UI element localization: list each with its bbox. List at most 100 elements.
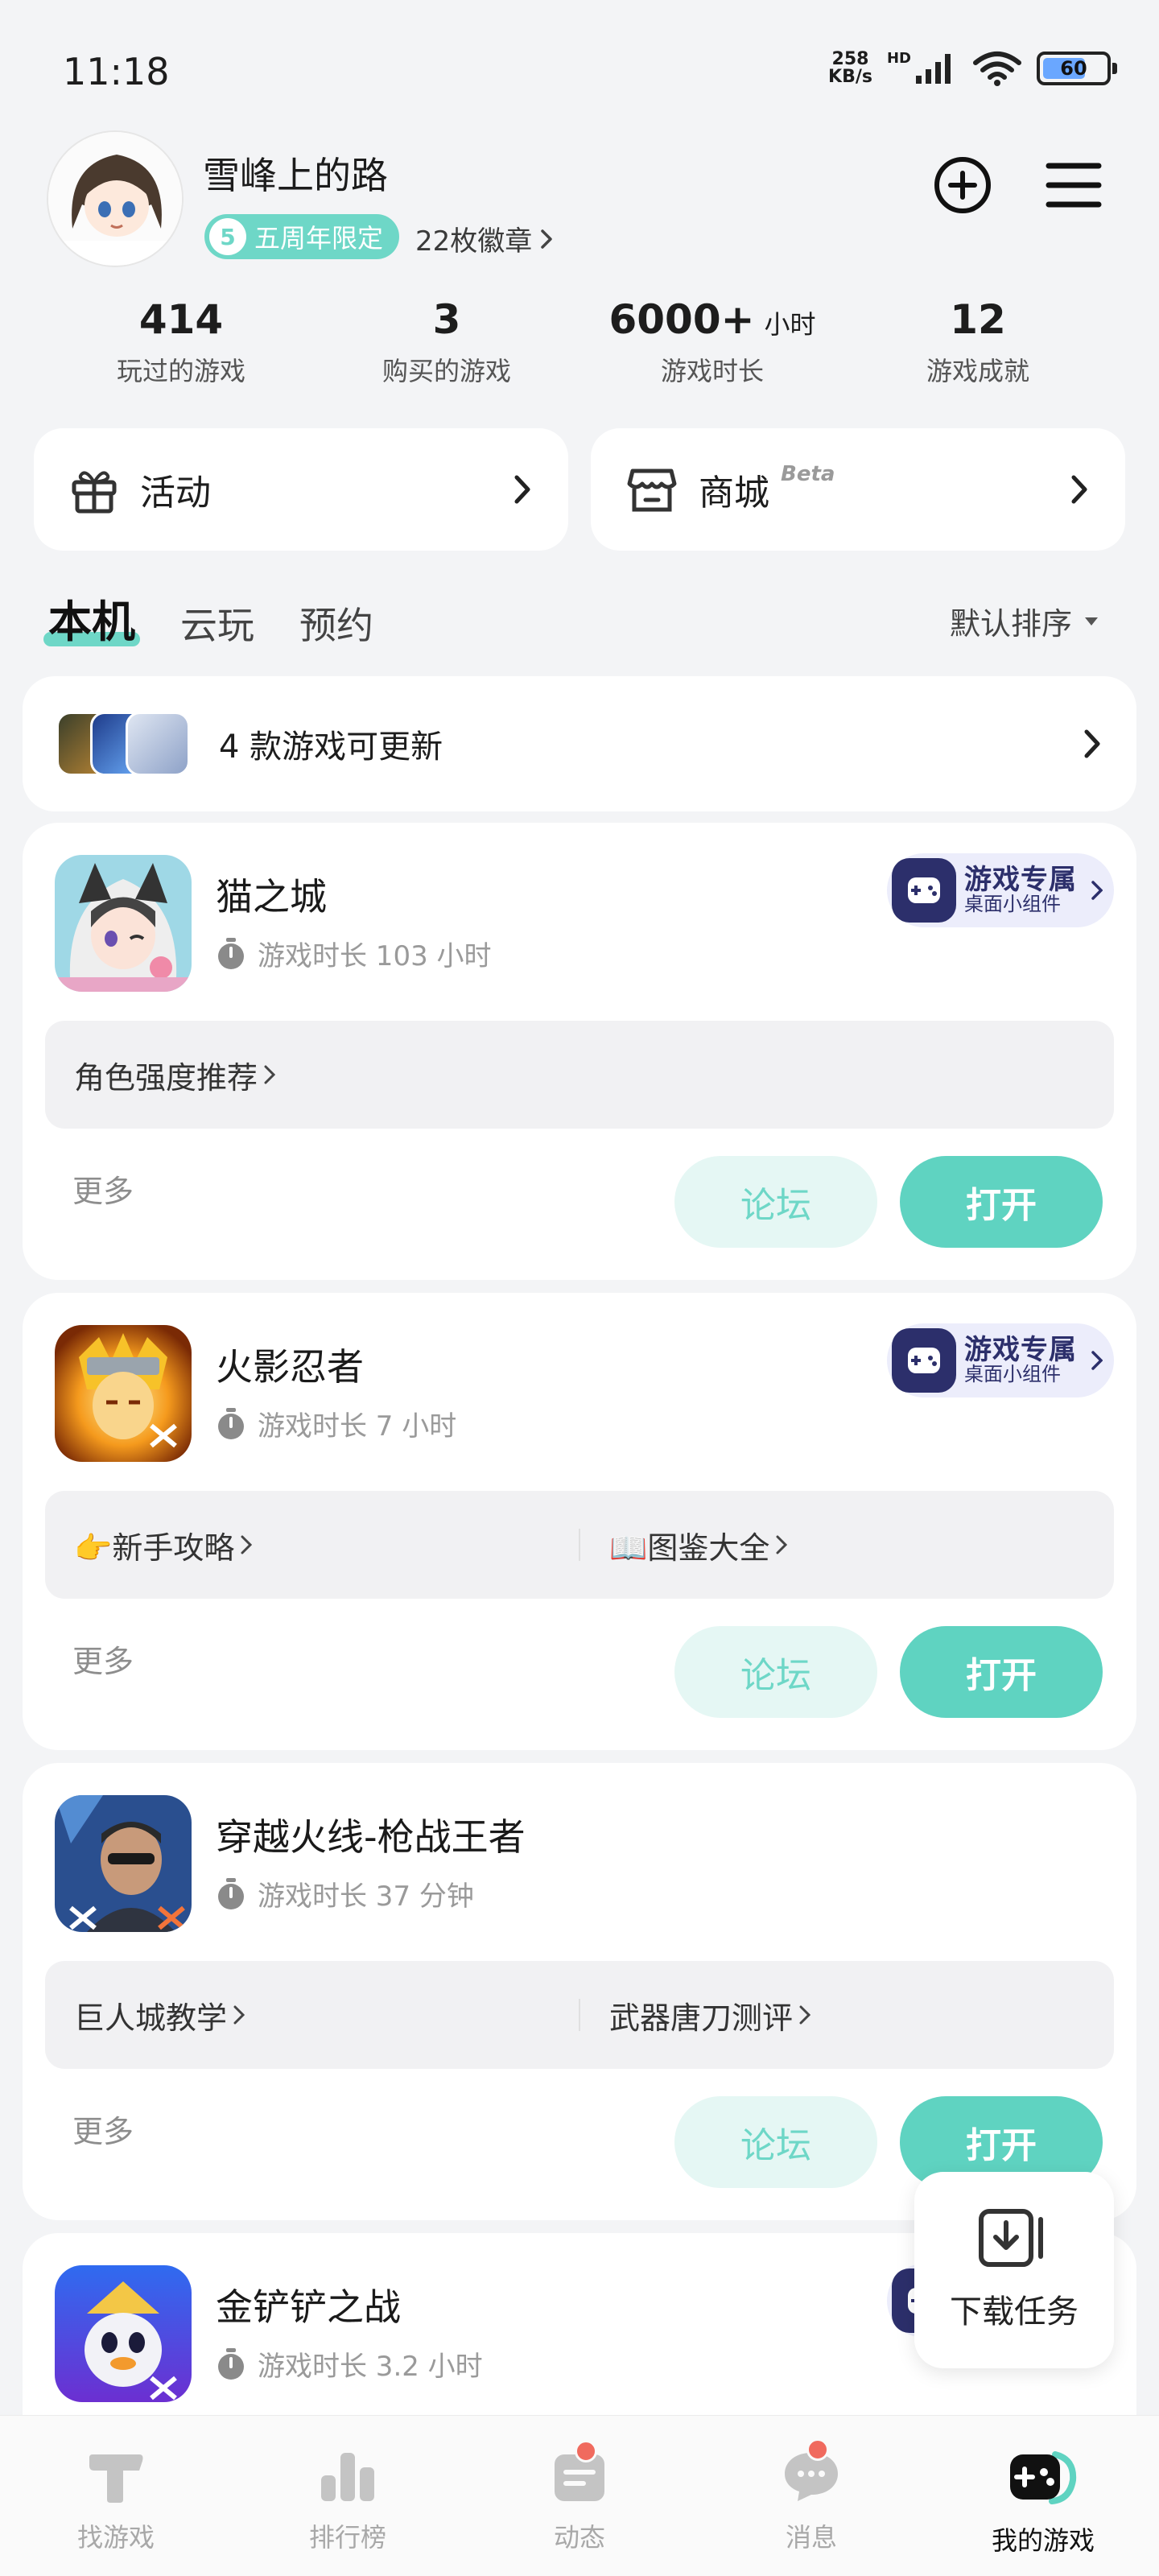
nav-feed[interactable]: 动态	[464, 2416, 695, 2576]
status-icons: 258 KB/s HD 60	[828, 49, 1117, 87]
stopwatch-icon	[218, 1407, 244, 1439]
menu-button[interactable]	[1040, 151, 1107, 219]
stat-purchased[interactable]: 3 购买的游戏	[314, 296, 580, 388]
game-icon-cat-city[interactable]	[55, 855, 192, 992]
download-task-button[interactable]: 下载任务	[914, 2172, 1114, 2368]
chevron-right-icon	[799, 2005, 811, 2025]
desktop-widget-button[interactable]: 游戏专属 桌面小组件	[887, 853, 1114, 927]
chevron-right-icon	[541, 229, 553, 249]
link-weapon-review[interactable]: 武器唐刀测评	[580, 1993, 1114, 2037]
chevron-right-icon	[1091, 881, 1103, 900]
open-button[interactable]: 打开	[900, 1156, 1103, 1248]
hd-label: HD	[886, 50, 911, 67]
wifi-icon	[973, 52, 1021, 86]
chevron-right-icon	[1091, 1351, 1103, 1370]
forum-button[interactable]: 论坛	[674, 2096, 877, 2188]
quick-links: 巨人城教学 武器唐刀测评	[45, 1961, 1114, 2069]
playtime: 游戏时长 7 小时	[216, 1404, 456, 1443]
link-encyclopedia[interactable]: 📖图鉴大全	[580, 1523, 1114, 1567]
game-title: 猫之城	[216, 875, 327, 919]
chevron-right-icon	[1084, 729, 1100, 758]
quick-links: 角色强度推荐	[45, 1021, 1114, 1129]
playtime: 游戏时长 103 小时	[216, 934, 492, 973]
anniversary-badge[interactable]: 5 五周年限定	[204, 214, 400, 259]
update-game-icons	[56, 712, 195, 776]
link-character-tier[interactable]: 角色强度推荐	[45, 1053, 1114, 1097]
stopwatch-icon	[218, 1877, 244, 1909]
bottom-nav: 找游戏 排行榜 动态 消息 我的游戏	[0, 2415, 1159, 2576]
more-button[interactable]: 更多	[72, 1637, 134, 1681]
medals-link[interactable]: 22枚徽章	[415, 219, 553, 258]
game-card[interactable]: 穿越火线-枪战王者 游戏时长 37 分钟 巨人城教学 武器唐刀测评 更多 论坛 …	[23, 1763, 1136, 2220]
playtime: 游戏时长 37 分钟	[216, 1874, 474, 1913]
gamepad-icon	[892, 858, 956, 923]
game-icon-crossfire[interactable]	[55, 1795, 192, 1932]
notification-dot	[806, 2438, 829, 2461]
game-card[interactable]: 猫之城 游戏时长 103 小时 游戏专属 桌面小组件 角色强度推荐 更多 论坛 …	[23, 823, 1136, 1280]
store-entry[interactable]: 商城 Beta	[591, 428, 1125, 551]
gift-icon	[72, 471, 117, 514]
link-giant-city-tutorial[interactable]: 巨人城教学	[45, 1993, 579, 2037]
sort-label: 默认排序	[949, 606, 1072, 642]
nav-find-games[interactable]: 找游戏	[0, 2416, 232, 2576]
store-label: 商城	[699, 473, 769, 514]
game-title: 穿越火线-枪战王者	[216, 1815, 526, 1859]
nav-messages[interactable]: 消息	[695, 2416, 927, 2576]
tab-cloud[interactable]: 云玩	[180, 597, 254, 650]
hammer-icon	[89, 2454, 143, 2503]
game-icon-naruto[interactable]	[55, 1325, 192, 1462]
chevron-right-icon	[233, 2005, 245, 2025]
chevron-right-icon	[241, 1535, 253, 1554]
sort-dropdown[interactable]: 默认排序	[950, 599, 1099, 643]
game-title: 金铲铲之战	[216, 2285, 401, 2329]
tab-local[interactable]: 本机	[43, 586, 140, 650]
chevron-right-icon	[1071, 475, 1087, 504]
notification-dot	[575, 2440, 597, 2462]
ranking-icon	[321, 2453, 374, 2501]
chevron-right-icon	[776, 1535, 788, 1554]
badge-label: 五周年限定	[254, 223, 384, 254]
avatar[interactable]	[47, 130, 184, 267]
game-icon-golden-spatula[interactable]	[55, 2265, 192, 2402]
nav-rankings[interactable]: 排行榜	[232, 2416, 464, 2576]
game-title: 火影忍者	[216, 1345, 364, 1389]
forum-button[interactable]: 论坛	[674, 1156, 877, 1248]
game-card[interactable]: 火影忍者 游戏时长 7 小时 游戏专属 桌面小组件 👉新手攻略 📖图鉴大全 更多…	[23, 1293, 1136, 1750]
more-button[interactable]: 更多	[72, 2107, 134, 2151]
beta-tag: Beta	[781, 462, 835, 486]
stat-played[interactable]: 414 玩过的游戏	[48, 296, 314, 388]
activity-label: 活动	[140, 473, 211, 514]
quick-links: 👉新手攻略 📖图鉴大全	[45, 1491, 1114, 1599]
forum-button[interactable]: 论坛	[674, 1626, 877, 1718]
update-text: 4 款游戏可更新	[219, 729, 443, 766]
open-button[interactable]: 打开	[900, 1626, 1103, 1718]
update-banner[interactable]: 4 款游戏可更新	[23, 676, 1136, 811]
badge-number: 5	[209, 218, 246, 255]
more-button[interactable]: 更多	[72, 1166, 134, 1211]
plus-circle-icon	[934, 157, 991, 213]
chevron-right-icon	[514, 475, 530, 504]
gamepad-icon	[892, 1328, 956, 1393]
desktop-widget-button[interactable]: 游戏专属 桌面小组件	[887, 1323, 1114, 1397]
stopwatch-icon	[218, 937, 244, 969]
gamepad-icon	[1010, 2451, 1077, 2504]
stats-row: 414 玩过的游戏 3 购买的游戏 6000+ 小时 游戏时长 12 游戏成就	[48, 296, 1111, 388]
download-icon	[979, 2209, 1043, 2267]
nav-my-games[interactable]: 我的游戏	[927, 2416, 1159, 2576]
tab-reservation[interactable]: 预约	[299, 597, 373, 650]
status-time: 11:18	[63, 50, 170, 93]
medals-label: 22枚徽章	[415, 225, 533, 258]
stat-playtime[interactable]: 6000+ 小时 游戏时长	[580, 296, 845, 388]
menu-icon	[1046, 163, 1102, 208]
tab-bar: 本机 云玩 预约	[43, 586, 373, 650]
activity-entry[interactable]: 活动	[34, 428, 568, 551]
net-speed: 258 KB/s	[828, 49, 872, 87]
chevron-right-icon	[264, 1065, 276, 1084]
add-button[interactable]	[929, 151, 996, 219]
caret-down-icon	[1085, 617, 1098, 625]
battery-icon: 60	[1037, 52, 1117, 85]
link-beginner-guide[interactable]: 👉新手攻略	[45, 1523, 579, 1567]
stat-achievements[interactable]: 12 游戏成就	[845, 296, 1111, 388]
playtime: 游戏时长 3.2 小时	[216, 2344, 483, 2384]
shop-icon	[627, 469, 677, 512]
